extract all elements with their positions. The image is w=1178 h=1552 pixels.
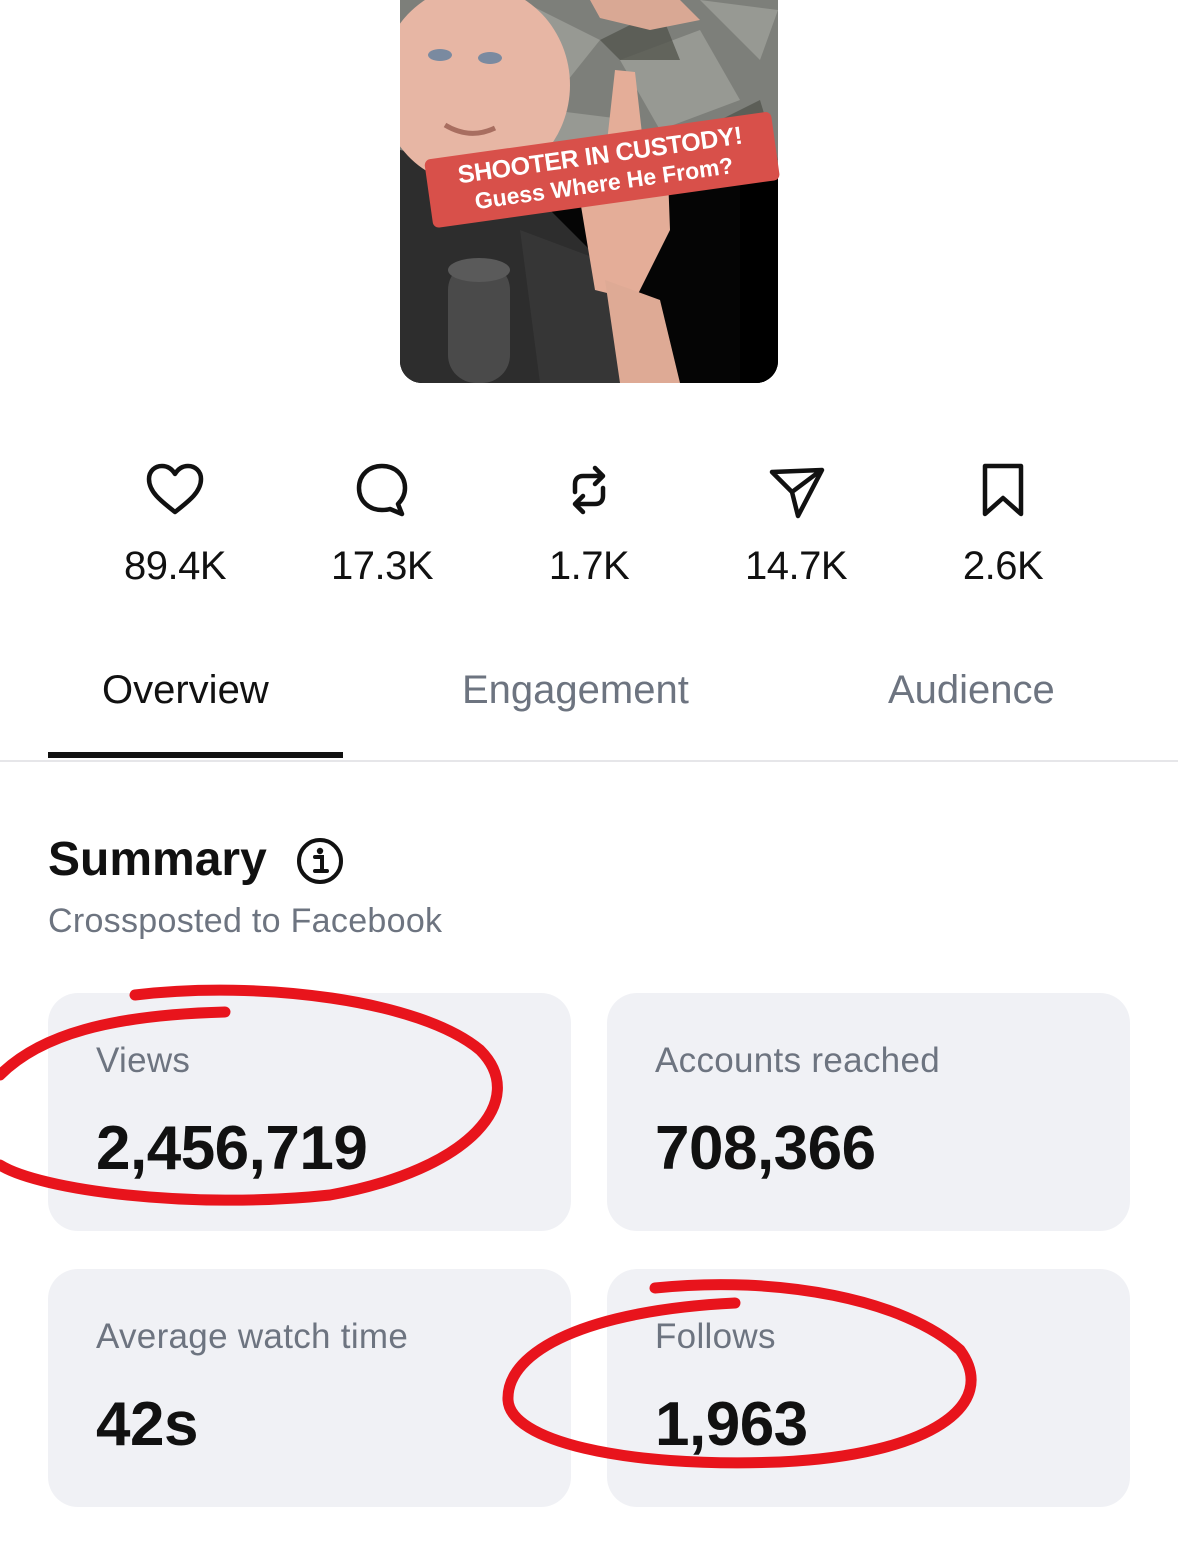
metric-label: Views [96, 1041, 191, 1080]
active-tab-indicator [48, 752, 343, 758]
metric-card-follows: Follows 1,963 [607, 1269, 1130, 1507]
tab-engagement[interactable]: Engagement [462, 668, 689, 713]
saves-count: 2.6K [962, 544, 1044, 588]
share-icon [769, 467, 825, 519]
tab-overview[interactable]: Overview [102, 668, 269, 713]
heart-icon [146, 463, 204, 515]
shares-count: 14.7K [744, 544, 848, 588]
stat-shares[interactable]: 14.7K [706, 458, 886, 589]
tab-audience[interactable]: Audience [888, 668, 1055, 713]
metric-value: 1,963 [655, 1390, 808, 1459]
stat-comments[interactable]: 17.3K [292, 458, 472, 589]
summary-subtitle: Crossposted to Facebook [48, 902, 443, 940]
metric-label: Average watch time [96, 1317, 409, 1356]
stat-saves[interactable]: 2.6K [913, 458, 1093, 589]
repost-icon [572, 465, 606, 515]
comments-count: 17.3K [330, 544, 434, 588]
stat-reposts[interactable]: 1.7K [499, 458, 679, 589]
metric-card-average-watch-time: Average watch time 42s [48, 1269, 571, 1507]
metric-value: 708,366 [655, 1114, 876, 1183]
metric-value: 42s [96, 1390, 198, 1459]
metric-card-accounts-reached: Accounts reached 708,366 [607, 993, 1130, 1231]
summary-title: Summary [48, 833, 267, 886]
metric-label: Accounts reached [655, 1041, 940, 1080]
metric-card-views: Views 2,456,719 [48, 993, 571, 1231]
likes-count: 89.4K [123, 544, 227, 588]
tab-bar: Overview Engagement Audience [0, 640, 1178, 762]
info-icon[interactable] [295, 836, 345, 886]
reposts-count: 1.7K [548, 544, 630, 588]
metric-value: 2,456,719 [96, 1114, 368, 1183]
bookmark-icon [982, 463, 1024, 517]
metric-label: Follows [655, 1317, 776, 1356]
comment-icon [356, 463, 408, 517]
stat-likes[interactable]: 89.4K [85, 458, 265, 589]
